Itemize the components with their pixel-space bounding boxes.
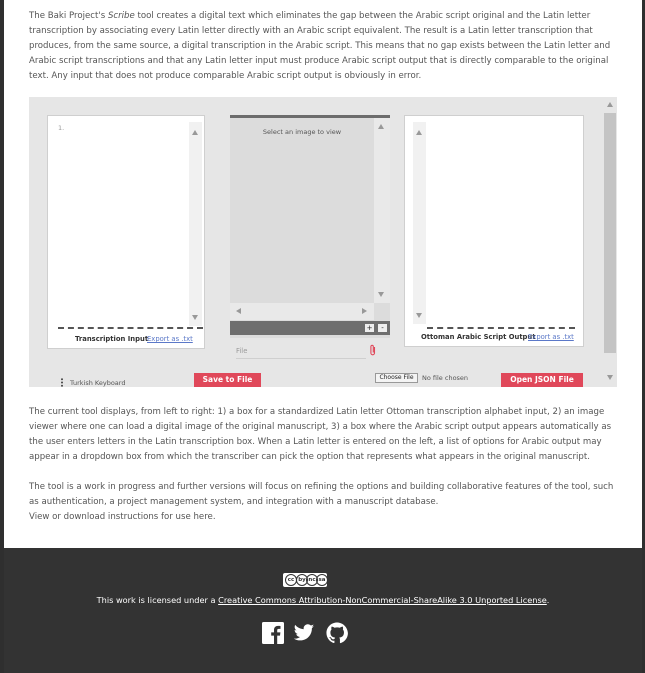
tool-name: Scribe: [107, 11, 135, 21]
cc-license-badge[interactable]: cc by nc sa: [283, 573, 328, 587]
tool-scroll-down-icon[interactable]: [606, 375, 613, 380]
output-scrollbar[interactable]: [413, 122, 426, 324]
no-file-chosen-text: No file chosen: [422, 374, 469, 382]
zoom-in-button[interactable]: +: [365, 324, 374, 332]
intro-prefix: The Baki Project's: [29, 11, 108, 21]
save-to-file-button[interactable]: Save to File: [194, 373, 261, 387]
viewer-horizontal-scrollbar[interactable]: [230, 303, 374, 320]
transcription-export-link[interactable]: Export as .txt: [147, 335, 193, 343]
license-text: This work is licensed under a Creative C…: [4, 595, 642, 605]
scribe-tool: 1. Transcription Input Export as .txt Se…: [29, 97, 617, 387]
image-viewer[interactable]: Select an image to view + -: [230, 115, 390, 338]
viewer-vertical-scrollbar[interactable]: [374, 118, 390, 303]
paperclip-icon[interactable]: [369, 344, 377, 356]
output-caption: Ottoman Arabic Script Output: [421, 333, 536, 341]
viewer-toolbar: + -: [230, 321, 390, 335]
github-icon[interactable]: [326, 622, 348, 644]
choose-file-button[interactable]: Choose File: [375, 373, 418, 383]
footer: cc by nc sa This work is licensed under …: [4, 548, 642, 673]
license-suffix: .: [546, 595, 550, 605]
twitter-icon[interactable]: [293, 622, 315, 644]
viewer-scroll-up-icon[interactable]: [378, 124, 384, 129]
viewer-scroll-right-icon[interactable]: [362, 308, 367, 314]
keyboard-label[interactable]: Turkish Keyboard: [70, 379, 125, 387]
viewer-placeholder: Select an image to view: [262, 128, 342, 136]
line-number: 1.: [58, 124, 65, 132]
intro-paragraph: The Baki Project's Scribe tool creates a…: [29, 9, 619, 84]
wip-text: The tool is a work in progress and furth…: [29, 482, 614, 507]
transcription-input-box[interactable]: 1. Transcription Input Export as .txt: [47, 115, 205, 349]
facebook-icon[interactable]: [262, 622, 284, 644]
description-paragraph: The current tool displays, from left to …: [29, 407, 612, 462]
scroll-up-icon[interactable]: [192, 130, 198, 135]
transcription-scrollbar[interactable]: [189, 122, 202, 326]
sa-icon: sa: [316, 574, 328, 586]
output-divider: [427, 327, 575, 329]
intro-text: tool creates a digital text which elimin…: [29, 11, 611, 81]
scroll-down-icon[interactable]: [192, 315, 198, 320]
tool-scrollbar[interactable]: [603, 97, 617, 387]
tool-scroll-up-icon[interactable]: [606, 102, 613, 107]
arabic-output-box[interactable]: Ottoman Arabic Script Output Export as .…: [404, 115, 584, 347]
output-export-link[interactable]: Export as .txt: [528, 333, 574, 341]
license-prefix: This work is licensed under a: [96, 595, 219, 605]
viewer-scroll-down-icon[interactable]: [378, 292, 384, 297]
instructions-link[interactable]: View or download instructions for use he…: [29, 512, 216, 522]
tool-scroll-thumb[interactable]: [604, 113, 616, 353]
license-link[interactable]: Creative Commons Attribution-NonCommerci…: [218, 595, 547, 605]
open-json-button[interactable]: Open JSON File: [501, 373, 583, 387]
keyboard-menu-icon[interactable]: [60, 378, 64, 387]
file-input[interactable]: File: [236, 347, 366, 359]
output-scroll-up-icon[interactable]: [416, 130, 422, 135]
viewer-scroll-left-icon[interactable]: [236, 308, 241, 314]
work-in-progress-paragraph: The tool is a work in progress and furth…: [29, 480, 619, 525]
zoom-out-button[interactable]: -: [378, 324, 387, 332]
output-scroll-down-icon[interactable]: [416, 313, 422, 318]
transcription-caption: Transcription Input: [75, 335, 149, 343]
transcription-divider: [58, 327, 203, 329]
